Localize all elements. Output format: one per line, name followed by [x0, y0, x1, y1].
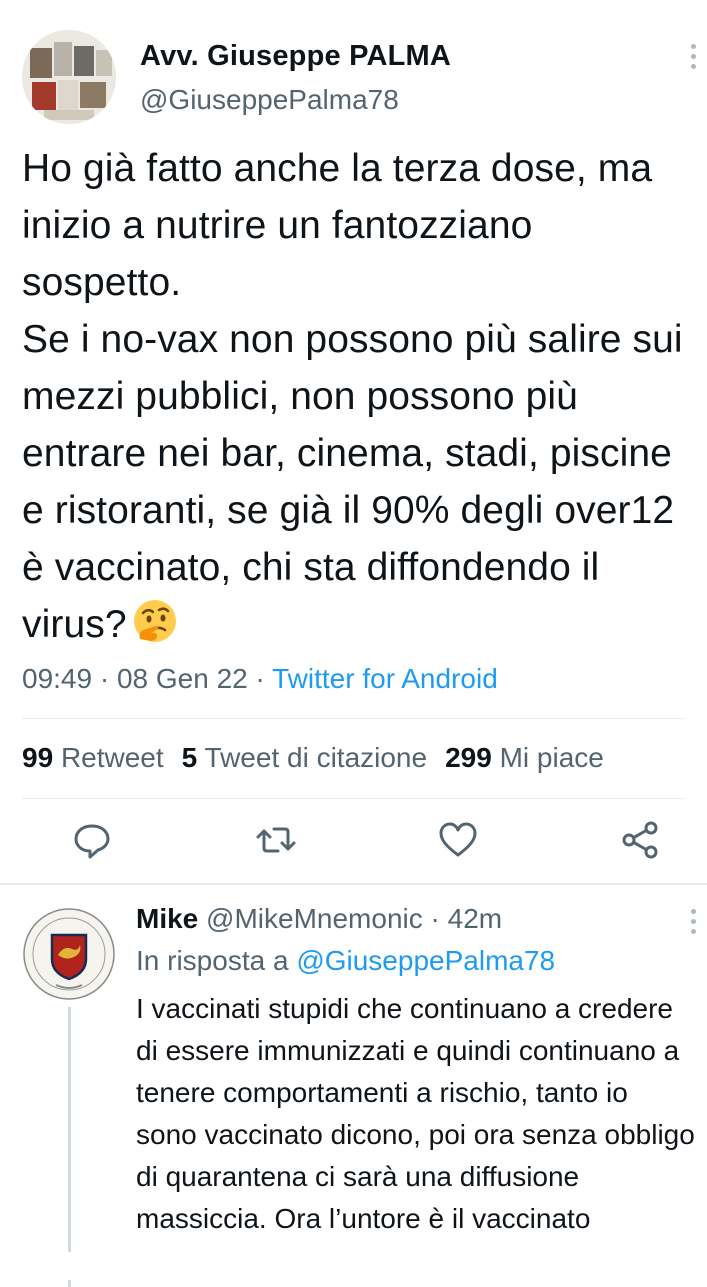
tweet-body: Ho già fatto anche la terza dose, ma ini… — [22, 147, 683, 646]
tweet-metadata: 09:49 · 08 Gen 22 · Twitter for Android — [22, 663, 498, 695]
share-icon[interactable] — [618, 818, 662, 862]
reply-prefix: In risposta a — [136, 945, 297, 976]
author-name[interactable]: Avv. Giuseppe PALMA — [140, 40, 451, 73]
like-icon[interactable] — [436, 818, 480, 862]
divider — [22, 798, 685, 799]
tweet-actions — [0, 818, 707, 868]
tweet-text: Ho già fatto anche la terza dose, ma ini… — [22, 140, 692, 653]
reply-avatar[interactable] — [22, 907, 116, 1001]
main-tweet: Avv. Giuseppe PALMA @GiuseppePalma78 Ho … — [0, 0, 707, 885]
thread-line — [68, 1007, 71, 1287]
author-avatar[interactable] — [22, 30, 116, 124]
reply-mention-link[interactable]: @GiuseppePalma78 — [296, 945, 555, 976]
reply-tweet[interactable]: Mike @MikeMnemonic · 42m In risposta a @… — [0, 885, 707, 1287]
reply-context: In risposta a @GiuseppePalma78 — [136, 945, 555, 977]
bottom-edge — [0, 1252, 707, 1280]
quotes-stat[interactable]: 5 Tweet di citazione — [182, 742, 427, 773]
reply-header: Mike @MikeMnemonic · 42m — [136, 903, 502, 935]
author-handle[interactable]: @GiuseppePalma78 — [140, 84, 399, 116]
retweets-stat[interactable]: 99 Retweet — [22, 742, 164, 773]
reply-icon[interactable] — [70, 818, 114, 862]
divider — [22, 718, 685, 719]
reply-author-name[interactable]: Mike — [136, 903, 198, 934]
reply-more-options-icon[interactable] — [689, 909, 697, 939]
thinking-face-emoji — [133, 600, 176, 642]
reply-time: · 42m — [430, 903, 503, 934]
more-options-icon[interactable] — [689, 44, 697, 74]
tweet-stats: 99 Retweet 5 Tweet di citazione 299 Mi pia… — [22, 742, 604, 774]
tweet-source-link[interactable]: Twitter for Android — [272, 663, 498, 694]
reply-text: I vaccinati stupidi che continuano a cre… — [136, 993, 695, 1234]
reply-author-handle[interactable]: @MikeMnemonic — [206, 903, 423, 934]
tweet-time: 09:49 · 08 Gen 22 · — [22, 663, 273, 694]
likes-stat[interactable]: 299 Mi piace — [445, 742, 604, 773]
retweet-icon[interactable] — [254, 818, 298, 862]
